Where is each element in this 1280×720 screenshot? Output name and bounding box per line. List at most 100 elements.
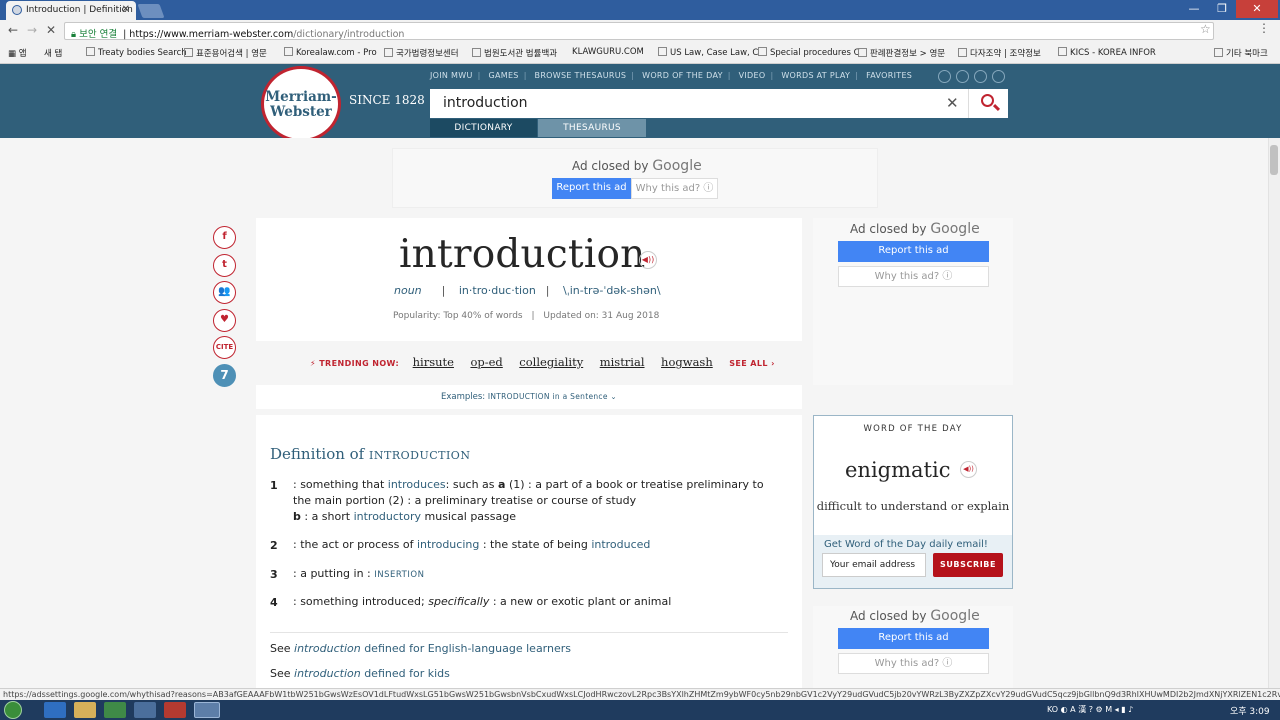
bookmark-item[interactable]: 법원도서관 법률백과 (472, 47, 557, 59)
bookmark-item[interactable]: KICS - KOREA INFOR (1058, 47, 1156, 58)
why-this-ad-button[interactable]: Why this ad? ⓘ (838, 653, 989, 674)
trending-word[interactable]: hirsute (413, 355, 454, 369)
cross-ref-link[interactable]: INSERTION (374, 570, 424, 580)
bookmark-item[interactable]: 표준용어검색 | 영문 (184, 47, 267, 59)
chrome-active-icon[interactable] (194, 702, 220, 718)
part-of-speech[interactable]: noun (394, 284, 422, 297)
trending-word[interactable]: mistrial (600, 355, 645, 369)
dictionary-app-icon[interactable]: 7 (213, 364, 236, 387)
report-ad-button[interactable]: Report this ad (552, 178, 631, 199)
page-icon (1058, 47, 1067, 56)
bookmark-icon (86, 47, 95, 56)
cross-ref-link[interactable]: introduced (591, 538, 650, 551)
nav-browse-thesaurus[interactable]: BROWSE THESAURUS (535, 71, 627, 80)
bookmark-item[interactable]: Special procedures C (758, 47, 860, 58)
trending-word[interactable]: op-ed (470, 355, 502, 369)
forward-arrow-icon[interactable]: → (27, 23, 37, 37)
apps-grid-icon[interactable]: ▦ 앱 (8, 47, 27, 59)
wotd-audio-icon[interactable]: ◀)) (960, 461, 977, 478)
logo-line-2: Webster (270, 104, 332, 120)
see-all-link[interactable]: SEE ALL › (729, 359, 775, 368)
chrome-menu-icon[interactable]: ⋮ (1258, 21, 1270, 35)
bookmark-item[interactable]: 다자조약 | 조약정보 (958, 47, 1041, 59)
clock[interactable]: 오후 3:09 (1230, 704, 1270, 717)
bookmark-item[interactable]: 새 탭 (44, 47, 62, 59)
why-this-ad-button[interactable]: Why this ad? ⓘ (838, 266, 989, 287)
why-this-ad-button[interactable]: Why this ad? ⓘ (631, 178, 718, 199)
nav-favorites[interactable]: FAVORITES (866, 71, 912, 80)
cite-icon[interactable]: CITE (213, 336, 236, 359)
learners-link[interactable]: introduction (294, 642, 361, 655)
cross-ref-link[interactable]: introduces (388, 478, 446, 491)
tab-dictionary[interactable]: DICTIONARY (430, 119, 537, 137)
pronunciation-audio-icon[interactable]: ◀)) (639, 251, 657, 269)
wotd-word[interactable]: enigmatic (845, 458, 950, 482)
report-ad-button[interactable]: Report this ad (838, 628, 989, 649)
browser-tab-strip (0, 0, 1280, 20)
cross-ref-link[interactable]: introducing (417, 538, 479, 551)
bookmark-item[interactable]: 국가법령정보센터 (384, 47, 459, 59)
share-community-icon[interactable]: 👥 (213, 281, 236, 304)
bookmark-item[interactable]: KLAWGURU.COM (572, 47, 644, 57)
email-field[interactable]: Your email address (822, 553, 926, 577)
facebook-icon[interactable] (938, 70, 951, 83)
clear-search-icon[interactable]: ✕ (946, 94, 959, 112)
sense-1: : something that introduces: such as a (… (293, 478, 764, 523)
bookmark-star-icon[interactable]: ☆ (1200, 22, 1211, 36)
bookmark-item[interactable]: Treaty bodies Search (86, 47, 187, 58)
tab-close-icon[interactable]: ✕ (122, 4, 130, 15)
search-input[interactable]: introduction (430, 89, 968, 118)
reload-icon[interactable]: ✕ (46, 23, 56, 37)
instagram-icon[interactable] (992, 70, 1005, 83)
system-tray[interactable]: KO ◐ A 漢 ? ⚙ M ◂ ▮ ♪ (1047, 704, 1133, 715)
new-tab-button[interactable] (137, 4, 165, 18)
browser-tab-active[interactable]: Introduction | Definition ✕ (6, 1, 136, 20)
ad-closed-text: Ad closed by Google (850, 221, 980, 237)
scrollbar[interactable] (1268, 138, 1280, 688)
bookmark-item[interactable]: 판례판결정보 > 영문 (858, 47, 945, 59)
window-minimize-button[interactable]: — (1180, 0, 1208, 18)
ie-icon[interactable] (44, 702, 66, 718)
nav-join-mwu[interactable]: JOIN MWU (430, 71, 473, 80)
other-bookmarks[interactable]: 기타 북마크 (1214, 47, 1268, 59)
search-button[interactable] (968, 89, 1008, 118)
nav-words-at-play[interactable]: WORDS AT PLAY (781, 71, 850, 80)
back-arrow-icon[interactable]: ← (8, 23, 18, 37)
kids-link[interactable]: introduction (294, 667, 361, 680)
nav-video[interactable]: VIDEO (739, 71, 766, 80)
share-twitter-icon[interactable]: t (213, 254, 236, 277)
trending-word[interactable]: collegiality (519, 355, 583, 369)
sense-number: 4 (270, 596, 278, 609)
page-icon (472, 48, 481, 57)
pdf-icon[interactable] (164, 702, 186, 718)
chrome-icon[interactable] (104, 702, 126, 718)
sense-2: : the act or process of introducing : th… (293, 538, 651, 551)
scrollbar-thumb[interactable] (1270, 145, 1278, 175)
twitter-icon[interactable] (956, 70, 969, 83)
cross-ref-link[interactable]: introductory (354, 510, 421, 523)
trending-word[interactable]: hogwash (661, 355, 713, 369)
sense-4: : something introduced; specifically : a… (293, 595, 672, 608)
nav-games[interactable]: GAMES (488, 71, 518, 80)
nav-word-of-the-day[interactable]: WORD OF THE DAY (642, 71, 723, 80)
window-maximize-button[interactable]: ❐ (1208, 0, 1236, 18)
merriam-webster-logo[interactable]: Merriam- Webster (261, 66, 341, 142)
bookmark-item[interactable]: US Law, Case Law, C (658, 47, 758, 58)
favorite-heart-icon[interactable]: ♥ (213, 309, 236, 332)
window-close-button[interactable]: ✕ (1236, 0, 1278, 18)
examples-toggle[interactable]: Examples: INTRODUCTION in a Sentence ⌄ (256, 385, 802, 409)
share-facebook-icon[interactable]: f (213, 226, 236, 249)
app-icon[interactable] (134, 702, 156, 718)
start-button-icon[interactable] (4, 701, 22, 719)
ad-slot-right-1: Ad closed by Google Report this ad Why t… (813, 218, 1013, 385)
trending-now: ⚡︎ TRENDING NOW: hirsute op-ed collegial… (310, 355, 775, 369)
explorer-icon[interactable] (74, 702, 96, 718)
report-ad-button[interactable]: Report this ad (838, 241, 989, 262)
browser-toolbar: ← → ✕ 🔒︎ 보안 연결 | https://www.merriam-webs… (0, 20, 1280, 42)
ad-slot-right-2: Ad closed by Google Report this ad Why t… (813, 606, 1013, 690)
youtube-icon[interactable] (974, 70, 987, 83)
subscribe-button[interactable]: SUBSCRIBE (933, 553, 1003, 577)
tab-thesaurus[interactable]: THESAURUS (538, 119, 646, 137)
bookmark-item[interactable]: Korealaw.com - Pro (284, 47, 377, 58)
address-bar[interactable]: 🔒︎ 보안 연결 | https://www.merriam-webster.co… (64, 22, 1214, 40)
